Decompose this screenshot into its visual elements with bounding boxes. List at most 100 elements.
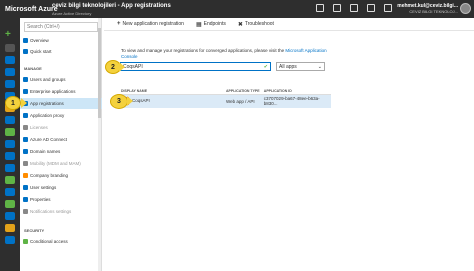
new-registration-button[interactable]: + New application registration [117, 21, 184, 27]
extra-service-icon[interactable] [5, 236, 15, 244]
nav-item-label: Application proxy [30, 113, 65, 118]
callout-1: 1 [5, 96, 21, 110]
overview-icon [23, 38, 28, 43]
nav-item-label: Domain names [30, 149, 61, 154]
menu-icon[interactable] [5, 44, 15, 52]
callout-2-arrow [119, 62, 125, 72]
enterprise-apps-icon [23, 89, 28, 94]
user-org: CEVIZ BILGI TEKNOLOJ... [409, 9, 458, 14]
app-search-value: CoqsAPI [123, 63, 143, 70]
nav-search-input[interactable]: Search (Ctrl+/) [24, 22, 98, 32]
nav-item-application-proxy[interactable]: Application proxy [20, 110, 102, 121]
blade-subtitle: Azure Active Directory [52, 11, 92, 16]
ad-connect-icon [23, 137, 28, 142]
security-icon[interactable] [5, 188, 15, 196]
callout-1-arrow [21, 98, 27, 108]
icon-rail: + [0, 18, 20, 271]
user-settings-icon [23, 185, 28, 190]
nav-item-label: Users and groups [30, 77, 66, 82]
nav-scrollbar[interactable] [98, 18, 101, 271]
section-manage: MANAGE [24, 66, 42, 71]
nav-item-domain-names[interactable]: Domain names [20, 146, 102, 157]
chevron-down-icon: ⌄ [317, 64, 322, 70]
nav-item-mobility[interactable]: Mobility (MDM and MAM) [20, 158, 102, 169]
user-account[interactable]: mehmet.kul@ceviz.bilgi... CEVIZ BILGI TE… [397, 3, 458, 15]
blade-title: ceviz bilgi teknolojileri - App registra… [52, 3, 171, 9]
storage-icon[interactable] [5, 128, 15, 136]
advisor-icon[interactable] [5, 176, 15, 184]
nav-item-label: Licenses [30, 125, 48, 130]
nav-item-enterprise-apps[interactable]: Enterprise applications [20, 86, 102, 97]
check-icon: ✔ [263, 64, 268, 70]
nav-item-app-registrations[interactable]: App registrations [20, 98, 102, 109]
troubleshoot-button[interactable]: ✖ Troubleshoot [238, 21, 274, 28]
toolbar: + New application registration ▦ Endpoin… [104, 18, 474, 31]
nav-item-label: Notifications settings [30, 209, 72, 214]
cost-icon[interactable] [5, 200, 15, 208]
nav-item-label: Mobility (MDM and MAM) [30, 161, 81, 166]
app-type-cell: Web app / API [226, 98, 255, 104]
app-id-cell: c3707029-ba67-48ee-b63a-b830... [263, 96, 320, 107]
endpoints-icon: ▦ [195, 21, 202, 28]
nav-item-label: Azure AD Connect [30, 137, 68, 142]
app-name: CoqsAPI [132, 98, 150, 104]
avatar[interactable] [460, 3, 471, 14]
nav-item-label: Enterprise applications [30, 89, 76, 94]
users-icon [23, 77, 28, 82]
mobility-icon [23, 161, 28, 166]
nav-item-label: Conditional access [30, 239, 68, 244]
domain-icon [23, 149, 28, 154]
plus-icon: + [117, 21, 121, 27]
nav-item-user-settings[interactable]: User settings [20, 182, 102, 193]
info-message: To view and manage your registrations fo… [121, 48, 285, 53]
properties-icon [23, 197, 28, 202]
nav-item-licenses[interactable]: Licenses [20, 122, 102, 133]
nav-item-notifications-settings[interactable]: Notifications settings [20, 206, 102, 217]
network-icon[interactable] [5, 140, 15, 148]
nav-item-ad-connect[interactable]: Azure AD Connect [20, 134, 102, 145]
nav-item-users-groups[interactable]: Users and groups [20, 74, 102, 85]
licenses-icon [23, 125, 28, 130]
nav-item-company-branding[interactable]: Company branding [20, 170, 102, 181]
quick-start-icon [23, 49, 28, 54]
app-search-input[interactable]: CoqsAPI ✔ [120, 62, 271, 71]
callout-3-arrow [127, 96, 133, 106]
app-filter-select[interactable]: All apps ⌄ [276, 62, 325, 71]
app-proxy-icon [23, 113, 28, 118]
resource-groups-icon[interactable] [5, 80, 15, 88]
troubleshoot-label: Troubleshoot [244, 21, 274, 27]
apps-table: DISPLAY NAME APPLICATION TYPE APPLICATIO… [121, 88, 331, 108]
monitor-icon[interactable] [5, 164, 15, 172]
plus-icon[interactable]: + [5, 30, 11, 40]
endpoints-button[interactable]: ▦ Endpoints [196, 21, 226, 28]
branding-icon [23, 173, 28, 178]
new-registration-label: New application registration [122, 21, 184, 27]
nav-item-properties[interactable]: Properties [20, 194, 102, 205]
nav-search-placeholder: Search (Ctrl+/) [27, 24, 60, 30]
help-support-icon[interactable] [5, 212, 15, 220]
nav-scrollbar-thumb[interactable] [98, 28, 101, 118]
vm-icon[interactable] [5, 116, 15, 124]
conditional-access-icon [23, 239, 28, 244]
dashboard-icon[interactable] [5, 56, 15, 64]
nav-item-label: Properties [30, 197, 51, 202]
endpoints-label: Endpoints [203, 21, 226, 27]
main-content: + New application registration ▦ Endpoin… [104, 18, 474, 271]
nav-item-label: Quick start [30, 49, 52, 54]
ad-icon[interactable] [5, 152, 15, 160]
nav-item-label: App registrations [30, 101, 64, 106]
nav-item-overview[interactable]: Overview [20, 35, 102, 46]
table-row[interactable]: CoqsAPI Web app / API c3707029-ba67-48ee… [121, 94, 331, 108]
resources-icon[interactable] [5, 68, 15, 76]
nav-item-conditional-access[interactable]: Conditional access [20, 236, 102, 247]
app-name-cell[interactable]: CoqsAPI [121, 94, 226, 108]
blade-header: ceviz bilgi teknolojileri - App registra… [20, 0, 380, 18]
nav-item-label: User settings [30, 185, 57, 190]
wrench-icon: ✖ [237, 21, 243, 28]
nav-item-label: Overview [30, 38, 49, 43]
nav-item-quick-start[interactable]: Quick start [20, 46, 102, 57]
callout-3: 3 [110, 94, 128, 109]
help-icon[interactable] [384, 4, 392, 12]
section-security: SECURITY [24, 228, 45, 233]
more-services-icon[interactable] [5, 224, 15, 232]
